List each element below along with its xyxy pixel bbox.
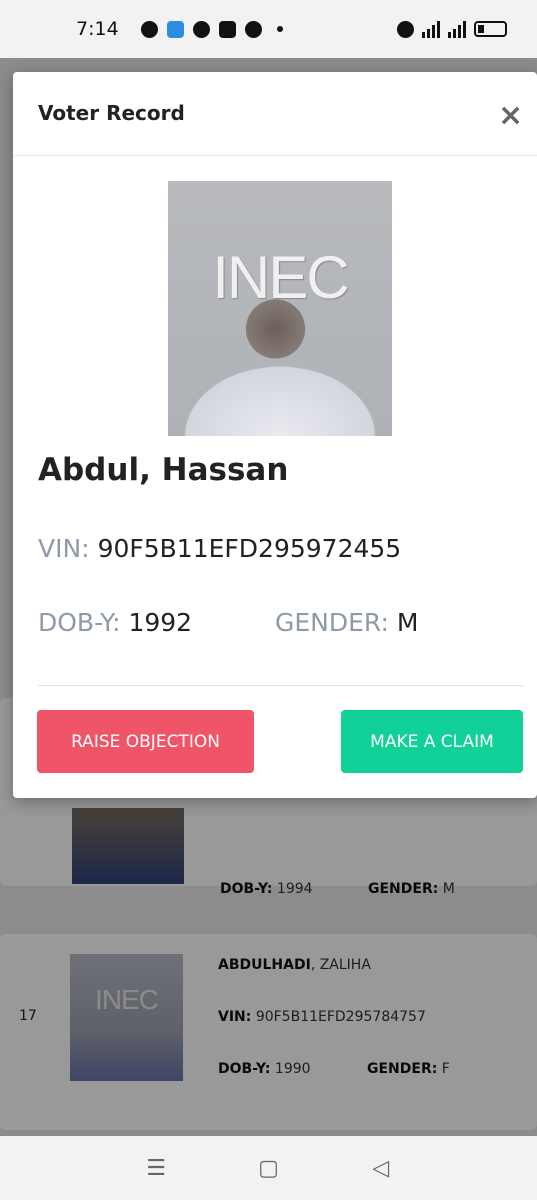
- vin-field: VIN: 90F5B11EFD295972455: [38, 534, 402, 563]
- signal-icon: [448, 20, 466, 38]
- instagram-icon: [218, 20, 236, 38]
- alarm-icon: [397, 20, 414, 38]
- status-time: 7:14: [76, 18, 119, 40]
- twitter-icon: [244, 20, 262, 38]
- voter-name: Abdul, Hassan: [38, 452, 289, 488]
- dob-field: DOB-Y: 1992: [38, 608, 193, 637]
- back-icon[interactable]: ◁: [366, 1156, 396, 1181]
- modal-header: Voter Record ×: [13, 72, 537, 156]
- voter-photo: INEC: [168, 181, 392, 436]
- home-icon[interactable]: ▢: [253, 1156, 283, 1181]
- chrome-icon: [192, 20, 210, 38]
- divider: [38, 685, 523, 686]
- battery-icon: [474, 21, 507, 37]
- make-claim-button[interactable]: MAKE A CLAIM: [341, 710, 523, 773]
- inec-watermark: INEC: [212, 244, 349, 311]
- close-icon[interactable]: ×: [498, 98, 523, 133]
- modal-title: Voter Record: [38, 101, 185, 125]
- app-notification-icon: [166, 20, 184, 38]
- raise-objection-button[interactable]: RAISE OBJECTION: [37, 710, 254, 773]
- signal-4g-icon: [422, 20, 440, 38]
- notification-icons: [140, 20, 283, 38]
- more-notifications-icon: [276, 26, 283, 32]
- gender-value: M: [396, 608, 419, 637]
- status-bar: 7:14: [0, 0, 537, 58]
- facebook-icon: [140, 20, 158, 38]
- voter-record-modal: Voter Record × INEC Abdul, Hassan VIN: 9…: [13, 72, 537, 798]
- gender-field: GENDER: M: [275, 608, 419, 637]
- system-nav-bar: ☰ ▢ ◁: [0, 1136, 537, 1200]
- menu-icon[interactable]: ☰: [141, 1156, 171, 1181]
- vin-value: 90F5B11EFD295972455: [97, 534, 402, 563]
- dob-value: 1992: [128, 608, 193, 637]
